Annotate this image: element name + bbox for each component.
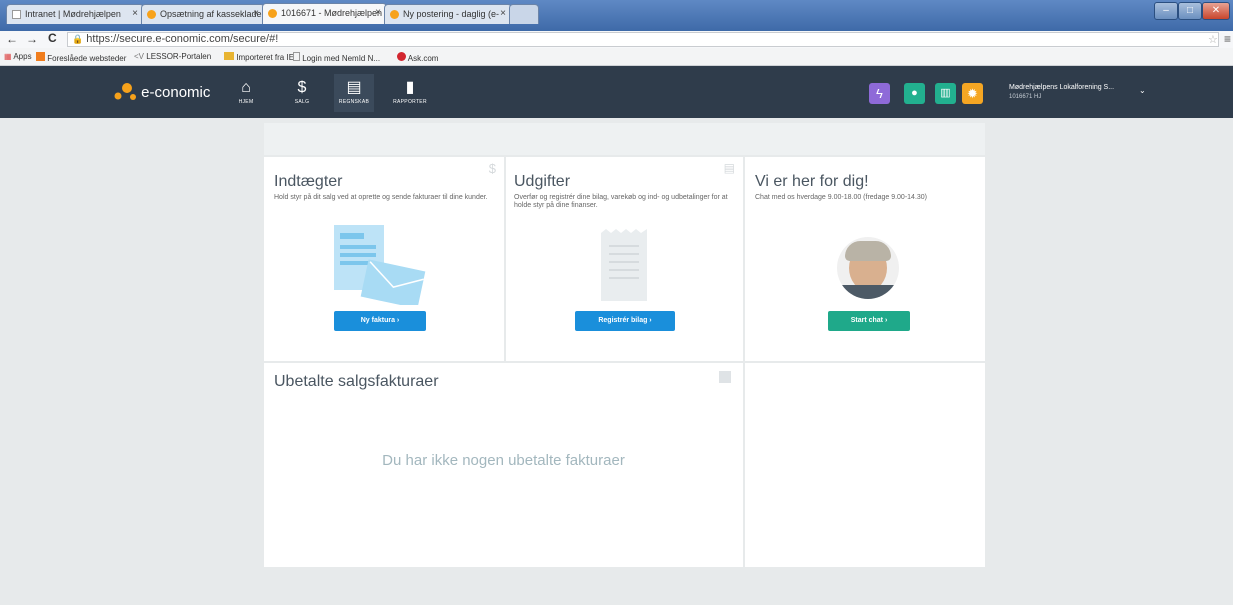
- maximize-button[interactable]: □: [1178, 2, 1202, 20]
- folder-icon: [224, 52, 234, 60]
- nav-home[interactable]: ⌂ HJEM: [226, 79, 266, 105]
- browser-tab[interactable]: Opsætning af kasseklade ×: [141, 4, 265, 24]
- card-title: Indtægter: [274, 173, 343, 190]
- empty-state-message: Du har ikke nogen ubetalte fakturaer: [382, 452, 625, 469]
- close-tab-icon[interactable]: ×: [132, 8, 138, 19]
- settings-button[interactable]: ✹: [962, 83, 983, 104]
- bookmark-item[interactable]: Login med NemId N...: [293, 52, 380, 63]
- address-input[interactable]: 🔒 https://secure.e-conomic.com/secure/#!: [67, 32, 1219, 47]
- page-icon: [12, 10, 21, 19]
- apps-grid-icon: ▦: [4, 52, 12, 61]
- page-icon: [293, 52, 300, 61]
- empty-card: [745, 363, 985, 567]
- card-description: Hold styr på dit salg ved at oprette og …: [274, 194, 488, 201]
- brand-logo[interactable]: e-conomic: [113, 82, 210, 104]
- dashboard: $ Indtægter Hold styr på dit salg ved at…: [264, 123, 985, 567]
- ledger-icon: ▤: [346, 79, 362, 96]
- browser-tab[interactable]: Intranet | Mødrehjælpen ×: [6, 4, 144, 24]
- receipt-illustration-icon: [601, 229, 647, 301]
- dollar-icon: $: [297, 79, 307, 96]
- register-voucher-button[interactable]: Registrér bilag ›: [575, 311, 675, 331]
- new-tab-button[interactable]: [509, 4, 539, 24]
- home-icon: ⌂: [241, 79, 251, 96]
- dollar-icon: $: [488, 161, 496, 176]
- economic-logo-icon: [114, 83, 136, 100]
- bookmark-item[interactable]: <V LESSOR-Portalen: [134, 52, 211, 61]
- chart-icon: [719, 371, 731, 383]
- economic-logo-icon: [147, 10, 156, 19]
- card-title: Udgifter: [514, 173, 571, 190]
- bookmark-folder[interactable]: Importeret fra IE: [224, 52, 294, 62]
- card-title: Ubetalte salgsfakturaer: [274, 373, 439, 390]
- forward-icon[interactable]: →: [26, 32, 38, 46]
- minimize-button[interactable]: –: [1154, 2, 1178, 20]
- book-button[interactable]: ▥: [935, 83, 956, 104]
- nav-accounting-active[interactable]: ▤ REGNSKAB: [334, 74, 374, 112]
- bookmarks-bar: ▦ Apps Foreslåede websteder <V LESSOR-Po…: [0, 48, 1233, 66]
- gear-icon: ✹: [967, 86, 978, 101]
- card-title: Vi er her for dig!: [755, 173, 869, 190]
- app-header: e-conomic ⌂ HJEM $ SALG ▤ REGNSKAB ▮ RAP…: [0, 66, 1233, 118]
- card-description: Overfør og registrér dine bilag, varekøb…: [514, 194, 728, 209]
- lessor-icon: <V: [134, 52, 145, 61]
- top-strip: [264, 123, 985, 155]
- lightning-icon: ϟ: [876, 86, 883, 101]
- browser-tab-bar: Intranet | Mødrehjælpen × Opsætning af k…: [0, 0, 1233, 31]
- browser-tab-active[interactable]: 1016671 - Mødrehjælpen ×: [262, 3, 387, 24]
- back-icon[interactable]: ←: [6, 32, 18, 46]
- bookmark-item[interactable]: Foreslåede websteder: [36, 52, 126, 63]
- account-menu[interactable]: Mødrehjælpens Lokalforening S... 1016671…: [1009, 84, 1149, 100]
- receipt-icon: ▤: [723, 161, 735, 175]
- close-tab-icon[interactable]: ×: [500, 8, 506, 19]
- close-tab-icon[interactable]: ×: [253, 8, 259, 19]
- reload-icon[interactable]: C: [48, 31, 57, 45]
- expenses-card: ▤ Udgifter Overfør og registrér dine bil…: [506, 157, 743, 361]
- economic-logo-icon: [268, 9, 277, 18]
- bookmark-item[interactable]: Ask.com: [397, 52, 438, 63]
- bar-chart-icon: ▮: [405, 79, 415, 96]
- bookmark-favicon-icon: [36, 52, 45, 61]
- chat-icon: ●: [911, 87, 918, 99]
- star-icon[interactable]: ☆: [1208, 33, 1218, 46]
- income-card: $ Indtægter Hold styr på dit salg ved at…: [264, 157, 504, 361]
- lightning-button[interactable]: ϟ: [869, 83, 890, 104]
- new-invoice-button[interactable]: Ny faktura ›: [334, 311, 426, 331]
- economic-logo-icon: [390, 10, 399, 19]
- chat-button[interactable]: ●: [904, 83, 925, 104]
- invoice-illustration-icon: [334, 225, 426, 305]
- book-icon: ▥: [940, 87, 951, 99]
- nav-sales[interactable]: $ SALG: [282, 79, 322, 105]
- ask-icon: [397, 52, 406, 61]
- unpaid-invoices-card: Ubetalte salgsfakturaer Du har ikke noge…: [264, 363, 743, 567]
- start-chat-button[interactable]: Start chat ›: [828, 311, 910, 331]
- address-bar-row: ← → C 🔒 https://secure.e-conomic.com/sec…: [0, 31, 1233, 48]
- support-agent-avatar: [837, 237, 899, 299]
- lock-icon: 🔒: [72, 34, 84, 44]
- close-window-button[interactable]: ✕: [1202, 2, 1230, 20]
- menu-icon[interactable]: ≡: [1224, 32, 1231, 46]
- bookmark-apps[interactable]: ▦ Apps: [4, 52, 32, 61]
- support-card: Vi er her for dig! Chat med os hverdage …: [745, 157, 985, 361]
- nav-reports[interactable]: ▮ RAPPORTER: [390, 79, 430, 105]
- card-description: Chat med os hverdage 9.00-18.00 (fredage…: [755, 194, 928, 201]
- close-tab-icon[interactable]: ×: [375, 7, 381, 18]
- browser-tab[interactable]: Ny postering - daglig (e- ×: [384, 4, 512, 24]
- chevron-down-icon: ⌄: [1139, 86, 1146, 95]
